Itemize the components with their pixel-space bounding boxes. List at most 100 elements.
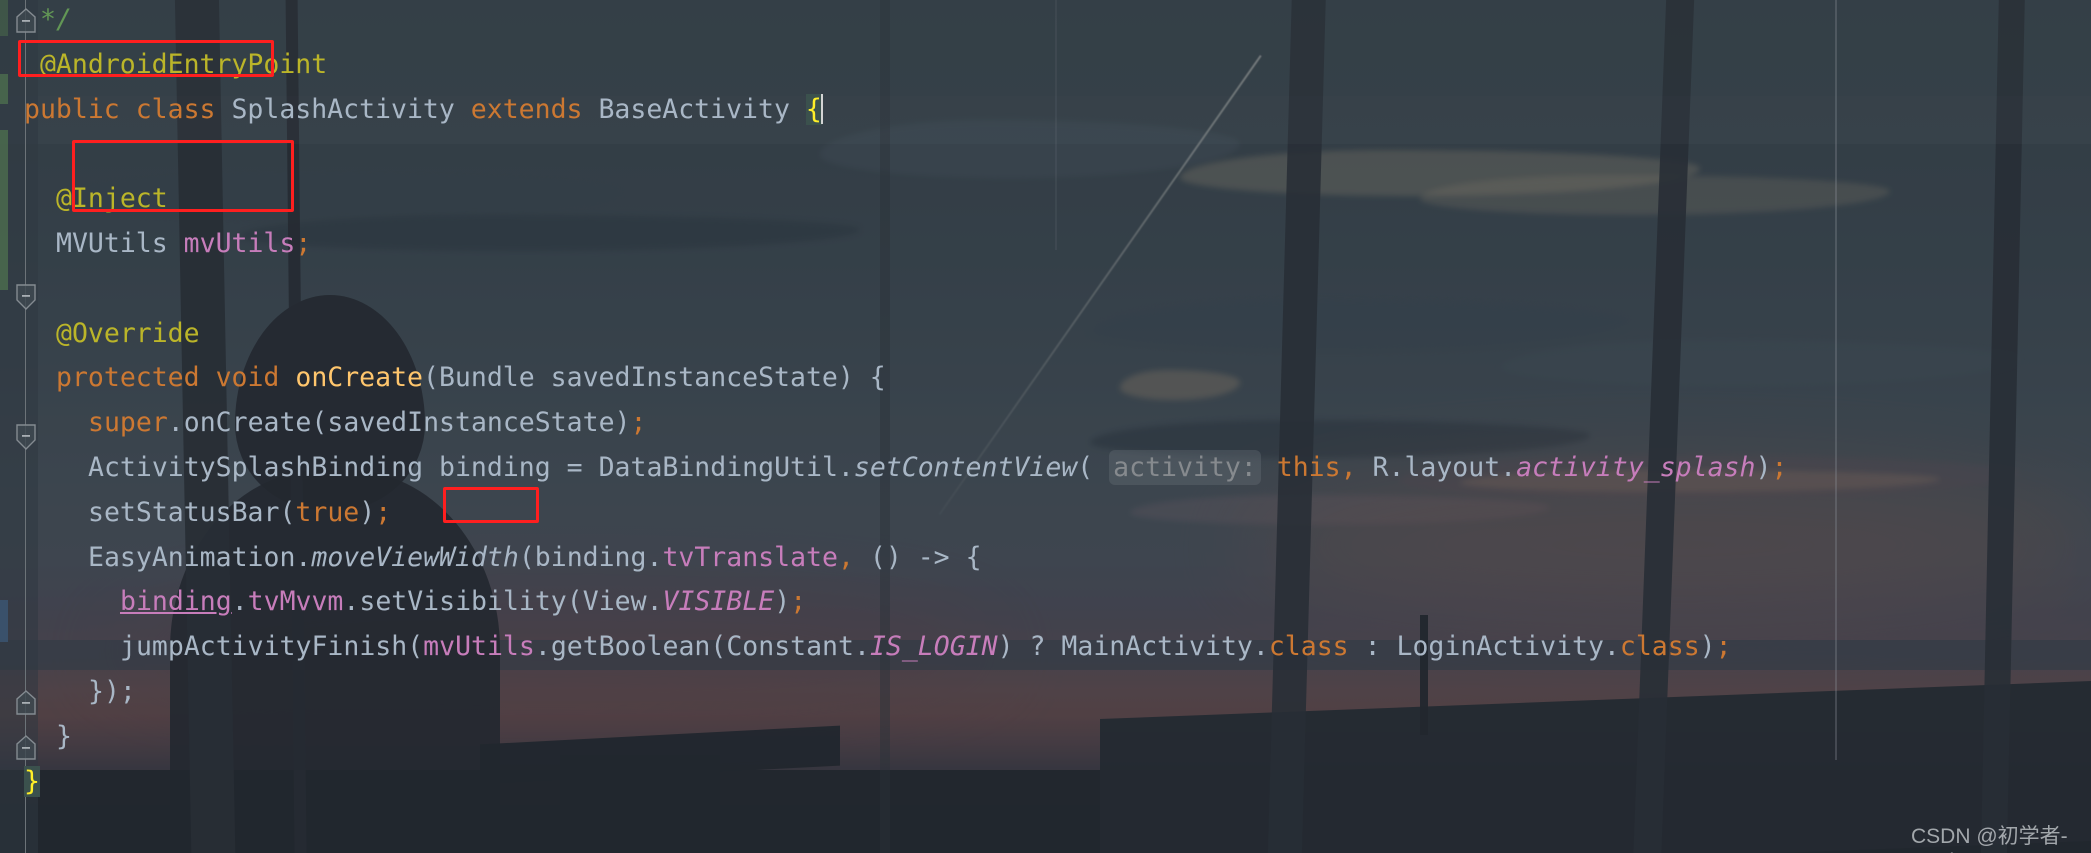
code-token: @Inject xyxy=(56,183,168,215)
code-token: setContentView xyxy=(853,452,1078,483)
code-token: moveViewWidth xyxy=(311,541,519,573)
code-token: R xyxy=(1372,452,1389,483)
code-token: . xyxy=(1500,452,1517,483)
code-token: . xyxy=(343,586,360,618)
code-token: , xyxy=(837,541,854,573)
code-line[interactable]: setStatusBar(true); xyxy=(88,491,391,536)
code-token: */ xyxy=(40,4,72,35)
text-caret xyxy=(820,93,823,124)
editor-window: */ @AndroidEntryPoint public class SplashA… xyxy=(0,0,2091,853)
code-token: binding xyxy=(439,452,551,483)
code-line[interactable]: super.onCreate(savedInstanceState); xyxy=(88,401,646,446)
code-line[interactable]: @Override xyxy=(56,312,200,357)
code-line[interactable]: binding.tvMvvm.setVisibility(View.VISIBL… xyxy=(120,580,806,625)
code-line[interactable]: public class SplashActivity extends Base… xyxy=(24,88,823,133)
code-token: ActivitySplashBinding xyxy=(88,452,424,483)
code-token: layout xyxy=(1404,452,1501,483)
code-token: BaseActivity xyxy=(598,93,790,125)
code-token: VISIBLE xyxy=(662,586,775,618)
code-token: () -> { xyxy=(853,541,982,573)
code-line[interactable]: } xyxy=(24,760,40,805)
code-line[interactable]: } xyxy=(56,715,72,760)
code-token: . xyxy=(646,586,663,618)
code-token: ? xyxy=(1013,631,1062,663)
code-line[interactable]: */ xyxy=(40,0,72,43)
code-token: class xyxy=(1268,631,1349,663)
code-token: : xyxy=(1348,631,1397,663)
code-token: ; xyxy=(295,228,312,259)
code-token: public xyxy=(24,93,120,125)
code-token: . xyxy=(534,631,551,663)
code-token: MainActivity xyxy=(1061,631,1253,663)
code-token: View xyxy=(582,586,647,618)
code-token: ( xyxy=(423,362,439,394)
code-token: EasyAnimation xyxy=(88,541,296,573)
code-token: ( xyxy=(518,541,535,573)
code-line[interactable]: EasyAnimation.moveViewWidth(binding.tvTr… xyxy=(88,536,982,581)
code-text-area[interactable]: */ @AndroidEntryPoint public class SplashA… xyxy=(0,0,2091,853)
code-token: ; xyxy=(790,586,807,618)
code-token: activity_splash xyxy=(1516,452,1756,483)
code-token: ( xyxy=(311,407,328,439)
code-token: . xyxy=(295,541,312,573)
code-token: class xyxy=(135,93,216,125)
code-token: tvMvvm xyxy=(247,586,344,618)
code-line[interactable]: protected void onCreate(Bundle savedInst… xyxy=(56,356,886,401)
code-token: ( xyxy=(279,496,296,528)
code-token: ) xyxy=(997,631,1014,663)
code-token: ) xyxy=(1699,631,1716,663)
code-token: . xyxy=(167,407,184,439)
code-token: extends xyxy=(470,93,583,125)
code-token: ) xyxy=(359,496,376,528)
code-token: LoginActivity xyxy=(1396,631,1604,663)
code-token: binding xyxy=(534,541,647,573)
code-token: jumpActivityFinish xyxy=(120,631,408,663)
code-token: . xyxy=(837,452,854,483)
code-token: IS_LOGIN xyxy=(869,631,998,663)
code-token: void xyxy=(215,362,280,394)
code-token: ) { xyxy=(837,362,886,394)
code-line[interactable]: MVUtils mvUtils; xyxy=(56,222,311,267)
code-token: . xyxy=(231,586,248,618)
code-token: true xyxy=(295,496,360,528)
code-token: Bundle xyxy=(438,362,535,394)
code-token: tvTranslate xyxy=(662,541,838,573)
code-token: setStatusBar xyxy=(88,496,280,528)
code-line[interactable]: }); xyxy=(88,670,136,715)
code-token: }); xyxy=(88,676,136,707)
code-token: ; xyxy=(1771,452,1788,483)
code-token: , xyxy=(1340,452,1357,483)
code-line[interactable]: jumpActivityFinish(mvUtils.getBoolean(Co… xyxy=(120,625,1732,670)
code-token: protected xyxy=(56,362,200,394)
code-line[interactable]: ActivitySplashBinding binding = DataBind… xyxy=(88,446,1787,491)
code-token: = xyxy=(550,452,599,483)
code-token: getBoolean xyxy=(550,631,711,663)
code-token: ) xyxy=(614,407,631,439)
code-token: { xyxy=(805,93,822,125)
code-token: onCreate xyxy=(183,407,312,439)
code-token: this xyxy=(1276,452,1341,483)
code-line[interactable]: @AndroidEntryPoint xyxy=(40,43,327,88)
code-token: mvUtils xyxy=(423,631,535,663)
code-token: } xyxy=(24,765,40,797)
code-token: @AndroidEntryPoint xyxy=(40,48,328,80)
code-token: ( xyxy=(710,631,727,663)
code-line[interactable]: @Inject xyxy=(56,177,168,222)
code-token: super xyxy=(88,407,168,439)
code-token: @Override xyxy=(56,317,200,349)
code-token: activity: xyxy=(1109,450,1261,485)
code-token: ; xyxy=(630,407,647,439)
code-token: class xyxy=(1619,631,1700,663)
code-token: Constant xyxy=(726,631,854,663)
code-token: . xyxy=(1388,452,1405,483)
